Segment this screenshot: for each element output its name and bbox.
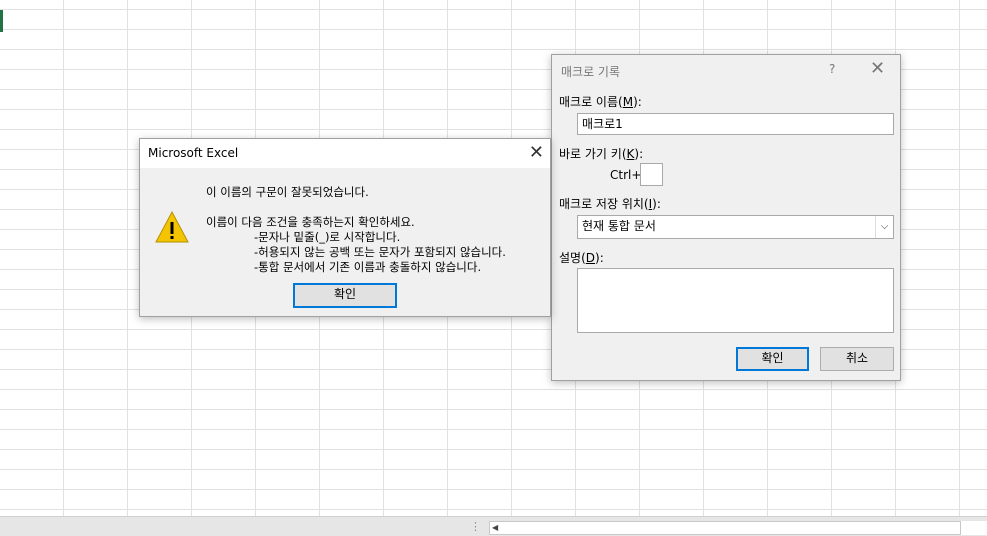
description-label: 설명(D):: [559, 251, 604, 265]
record-macro-dialog: 매크로 기록 ? ✕ 매크로 이름(M): 매크로1 바로 가기 키(K): C…: [551, 54, 901, 381]
cancel-button[interactable]: 취소: [820, 347, 894, 371]
active-cell-indicator: [0, 10, 3, 32]
macro-name-input[interactable]: 매크로1: [577, 113, 894, 135]
error-message-condition: 이름이 다음 조건을 충족하는지 확인하세요.: [206, 215, 415, 229]
horizontal-scrollbar[interactable]: ◀: [489, 521, 961, 535]
shortcut-key-input[interactable]: [640, 163, 663, 186]
error-rule-1: -문자나 밑줄(_)로 시작합니다.: [254, 230, 401, 244]
error-rule-3: -통합 문서에서 기존 이름과 충돌하지 않습니다.: [254, 260, 482, 274]
store-location-label: 매크로 저장 위치(I):: [559, 197, 661, 211]
help-button[interactable]: ?: [829, 62, 835, 76]
scroll-left-icon[interactable]: ◀: [492, 522, 498, 534]
sheet-tab-splitter[interactable]: ⋮: [470, 520, 481, 533]
close-icon[interactable]: ✕: [870, 58, 885, 79]
close-icon[interactable]: ✕: [529, 142, 544, 163]
ok-button[interactable]: 확인: [293, 283, 397, 308]
store-location-select[interactable]: 현재 통합 문서 ⌵: [577, 215, 894, 239]
scrollbar-end: [961, 521, 987, 535]
ok-button[interactable]: 확인: [736, 347, 809, 371]
chevron-down-icon[interactable]: ⌵: [875, 216, 893, 238]
dialog-title: Microsoft Excel: [148, 146, 239, 160]
dialog-title: 매크로 기록: [561, 65, 621, 79]
error-message-title: 이 이름의 구문이 잘못되었습니다.: [206, 185, 369, 199]
ctrl-label: Ctrl+: [610, 168, 642, 182]
macro-name-label: 매크로 이름(M):: [559, 95, 642, 109]
excel-error-dialog: Microsoft Excel ✕ 이 이름의 구문이 잘못되었습니다. 이름이…: [139, 138, 551, 317]
store-location-value: 현재 통합 문서: [582, 219, 656, 233]
warning-icon: [155, 210, 189, 243]
error-rule-2: -허용되지 않는 공백 또는 문자가 포함되지 않습니다.: [254, 245, 506, 259]
description-textarea[interactable]: [577, 268, 894, 333]
shortcut-key-label: 바로 가기 키(K):: [559, 147, 644, 161]
dialog-titlebar: Microsoft Excel ✕: [140, 139, 550, 168]
status-bar: ⋮ ◀: [0, 516, 987, 536]
